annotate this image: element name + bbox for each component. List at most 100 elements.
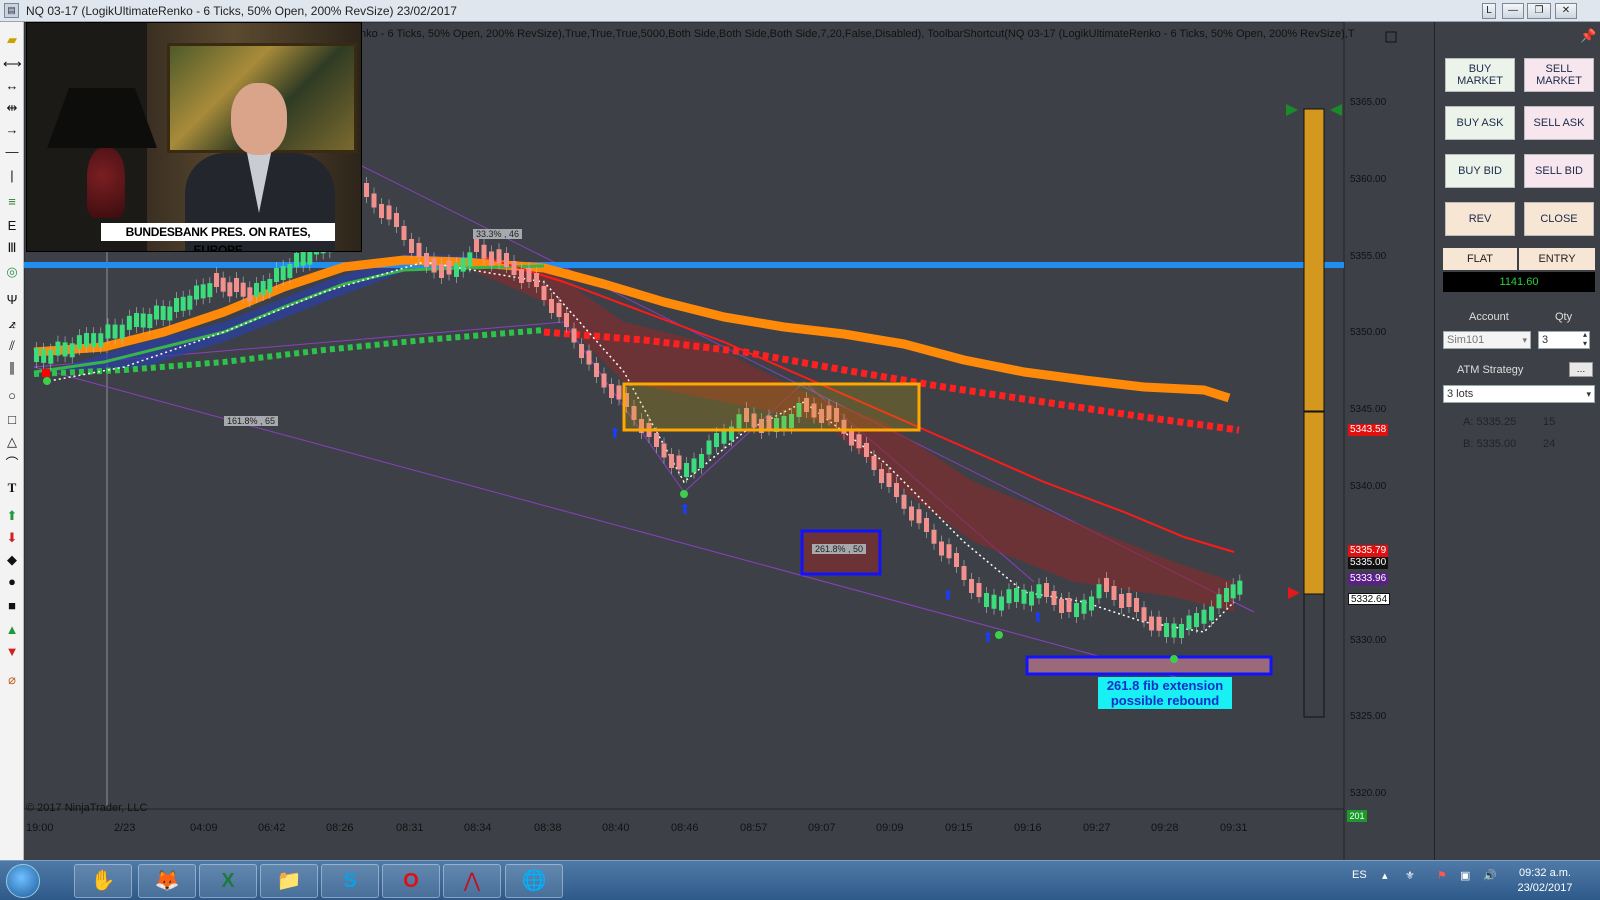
renko-candle <box>534 273 539 287</box>
language-indicator[interactable]: ES <box>1352 869 1367 881</box>
network-icon[interactable]: ▣ <box>1460 869 1470 882</box>
renko-candle <box>541 286 547 300</box>
opera-icon[interactable]: O <box>382 864 440 898</box>
text-icon[interactable]: T <box>3 480 21 496</box>
atm-edit-button[interactable]: … <box>1569 362 1593 377</box>
extended-line-icon[interactable]: ↔ <box>3 78 21 94</box>
time-axis-label: 09:16 <box>1014 822 1042 834</box>
time-axis-label: 19:00 <box>26 822 54 834</box>
trend-channel-icon[interactable]: ∥ <box>3 360 21 376</box>
triangle-up-icon[interactable]: ▲ <box>3 622 21 638</box>
renko-candle <box>1171 623 1177 638</box>
sell-bid-button[interactable]: SELL BID <box>1524 154 1594 188</box>
price-tag: 5332.64 <box>1348 593 1391 605</box>
hand-app-icon[interactable]: ✋ <box>74 864 132 898</box>
renko-candle <box>564 313 569 327</box>
arrow-up-icon[interactable]: ⬆ <box>3 508 21 524</box>
link-button[interactable]: L <box>1482 3 1496 19</box>
fib-time-icon[interactable]: Ⅲ <box>3 240 21 256</box>
renko-candle <box>931 529 937 544</box>
square-icon[interactable]: ■ <box>3 598 21 614</box>
time-axis-label: 08:34 <box>464 822 492 834</box>
close-position-button[interactable]: CLOSE <box>1524 202 1594 236</box>
renko-candle <box>140 313 146 328</box>
renko-candle <box>439 264 444 278</box>
fib-label-261: 261.8% , 50 <box>812 544 867 554</box>
renko-candle <box>609 384 614 398</box>
volume-icon[interactable]: 🔊 <box>1483 869 1497 882</box>
ellipse-icon[interactable]: ○ <box>3 388 21 404</box>
reverse-button[interactable]: REV <box>1445 202 1515 236</box>
firefox-icon[interactable]: 🦊 <box>138 864 196 898</box>
vertical-line-icon[interactable]: | <box>3 168 21 184</box>
renko-candle <box>1081 599 1087 614</box>
time-axis-label: 09:31 <box>1220 822 1248 834</box>
pin-icon[interactable]: 📌 <box>1580 28 1596 44</box>
regression-channel-icon[interactable]: ⫽ <box>3 338 21 354</box>
fib-circle-icon[interactable]: ◎ <box>3 264 21 280</box>
renko-candle <box>260 281 266 295</box>
tray-expand-icon[interactable]: ▴ <box>1382 869 1388 882</box>
skype-icon[interactable]: S <box>321 864 379 898</box>
globe-icon[interactable]: 🌐 <box>505 864 563 898</box>
close-button[interactable]: ✕ <box>1555 3 1577 19</box>
start-button[interactable] <box>6 864 40 898</box>
ray-icon[interactable]: ⟷ <box>3 56 22 72</box>
diamond-icon[interactable]: ◆ <box>3 552 21 568</box>
bid-size: 24 <box>1543 438 1556 450</box>
rectangle-icon[interactable]: □ <box>3 412 21 428</box>
renko-candle <box>460 257 466 272</box>
maximize-button[interactable]: ❐ <box>1527 3 1551 19</box>
ninjatrader-icon[interactable]: ⋀ <box>443 864 501 898</box>
renko-candle <box>1201 609 1207 624</box>
renko-candle <box>180 296 186 311</box>
renko-candle <box>1096 584 1102 599</box>
sell-market-button[interactable]: SELL MARKET <box>1524 58 1594 92</box>
svg-text:⬆: ⬆ <box>609 426 621 442</box>
arrow-line-icon[interactable]: → <box>3 122 21 138</box>
folder-icon[interactable]: 📁 <box>260 864 318 898</box>
renko-candle <box>1149 616 1154 631</box>
renko-candle <box>601 373 607 388</box>
minimize-button[interactable]: — <box>1502 3 1524 19</box>
renko-candle <box>147 314 153 328</box>
buy-ask-button[interactable]: BUY ASK <box>1445 106 1515 140</box>
renko-candle <box>409 239 414 253</box>
windows-taskbar: ✋ 🦊 X 📁 S O ⋀ 🌐 ES ▴ ⚜ ⚑ ▣ 🔊 09:32 a.m. … <box>0 860 1600 900</box>
account-select[interactable]: Sim101 ▾ <box>1443 331 1531 349</box>
line-icon[interactable]: ⇹ <box>3 100 21 116</box>
time-axis-label: 08:57 <box>740 822 768 834</box>
arrow-down-icon[interactable]: ⬇ <box>3 530 21 546</box>
andrews-pitchfork-icon[interactable]: Ψ <box>3 292 21 308</box>
buy-market-button[interactable]: BUY MARKET <box>1445 58 1515 92</box>
video-lamp <box>47 88 157 148</box>
action-center-icon[interactable]: ⚑ <box>1437 869 1447 882</box>
system-clock[interactable]: 09:32 a.m. 23/02/2017 <box>1500 866 1590 896</box>
drawing-toolbar: ▰ ⟷ ↔ ⇹ → — | ≡ E Ⅲ ◎ Ψ ⦨ ⫽ ∥ ○ □ △ ⌒ T … <box>0 22 24 860</box>
fib-retracement-icon[interactable]: ≡ <box>3 194 21 210</box>
triangle-down-icon[interactable]: ▼ <box>3 644 21 660</box>
sell-ask-button[interactable]: SELL ASK <box>1524 106 1594 140</box>
renko-candle <box>1216 594 1222 609</box>
eraser-icon[interactable]: ⌀ <box>3 672 21 688</box>
excel-icon[interactable]: X <box>199 864 257 898</box>
price-axis-label: 5345.00 <box>1350 404 1387 416</box>
renko-candle <box>76 335 82 350</box>
triangle-icon[interactable]: △ <box>3 434 21 450</box>
news-video-overlay[interactable]: BUNDESBANK PRES. ON RATES, EUROPE <box>26 22 362 252</box>
gann-fan-icon[interactable]: ⦨ <box>3 316 21 332</box>
pencil-icon[interactable]: ▰ <box>3 32 21 48</box>
renko-candle <box>379 204 384 218</box>
renko-candle <box>549 299 554 313</box>
horizontal-line-icon[interactable]: — <box>3 144 21 160</box>
tray-app-icon[interactable]: ⚜ <box>1405 869 1415 882</box>
buy-bid-button[interactable]: BUY BID <box>1445 154 1515 188</box>
atm-strategy-select[interactable]: 3 lots ▾ <box>1443 385 1595 403</box>
arc-icon[interactable]: ⌒ <box>3 456 21 472</box>
fib-extension-icon[interactable]: E <box>3 218 21 234</box>
blue-cloud <box>44 254 484 372</box>
qty-input[interactable]: 3 ▴ ▾ <box>1538 330 1590 349</box>
renko-candle <box>886 473 892 487</box>
dot-icon[interactable]: ● <box>3 574 21 590</box>
renko-candle <box>999 596 1004 611</box>
